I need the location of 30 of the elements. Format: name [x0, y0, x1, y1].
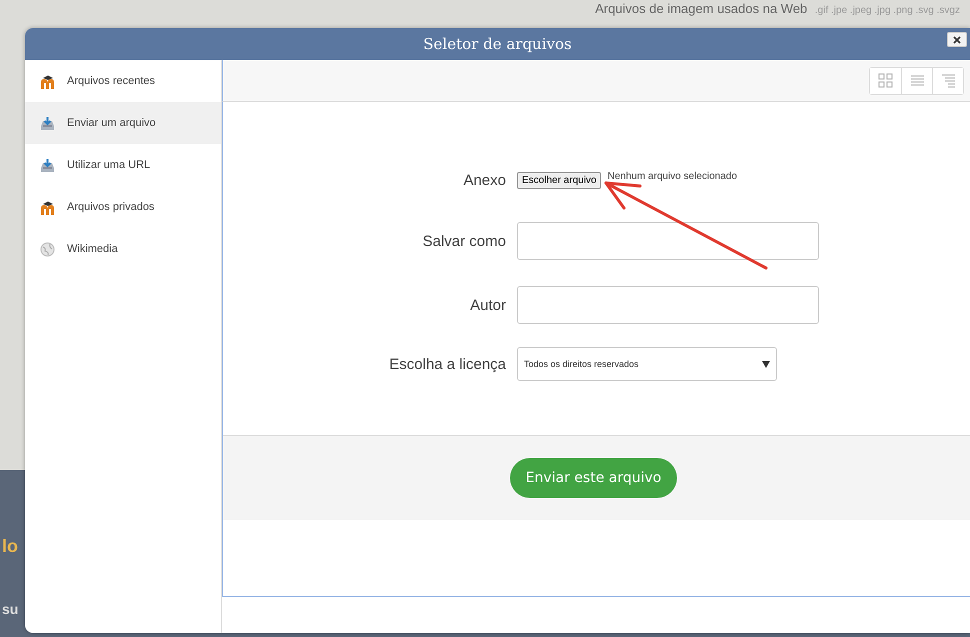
text-input-field[interactable]	[517, 222, 819, 260]
grid-view-icon	[878, 73, 893, 88]
list-view-icon	[910, 73, 924, 88]
dialog-title: Seletor de arquivos	[423, 35, 572, 53]
field-label: Salvar como	[422, 232, 506, 250]
sidebar-item[interactable]: Wikimedia	[25, 228, 221, 270]
graduation-cap-icon	[40, 200, 55, 214]
dropdown-caret-icon	[762, 360, 770, 368]
tray-arrow-icon	[40, 158, 55, 172]
tree-view-button[interactable]	[932, 68, 963, 94]
background-text: lo	[2, 536, 18, 557]
text-input-field[interactable]	[517, 286, 819, 324]
license-dropdown[interactable]: Todos os direitos reservados	[517, 347, 777, 381]
field-label: Autor	[469, 296, 506, 314]
sidebar-item[interactable]: Enviar um arquivo	[25, 102, 221, 144]
tree-view-icon	[940, 73, 956, 88]
choose-file-button[interactable]: Escolher arquivo	[517, 172, 602, 188]
graduation-cap-icon	[40, 74, 55, 88]
field-label: Anexo	[462, 172, 506, 188]
tray-arrow-icon	[40, 116, 55, 130]
sidebar-item[interactable]: Arquivos recentes	[25, 60, 221, 102]
background-text: su	[2, 601, 18, 617]
close-icon	[952, 34, 962, 44]
field-label: Escolha a licença	[388, 356, 506, 372]
background-text: Arquivos de imagem usados na Web .gif .jpe .jpeg .jpg .png .svg .svgz	[595, 1, 960, 18]
close-button[interactable]	[947, 32, 967, 47]
file-status-text: Nenhum arquivo selecionado	[607, 170, 738, 182]
sidebar-item[interactable]: Arquivos privados	[25, 186, 221, 228]
globe-icon	[40, 242, 55, 256]
sidebar-item[interactable]: Utilizar uma URL	[25, 144, 221, 186]
